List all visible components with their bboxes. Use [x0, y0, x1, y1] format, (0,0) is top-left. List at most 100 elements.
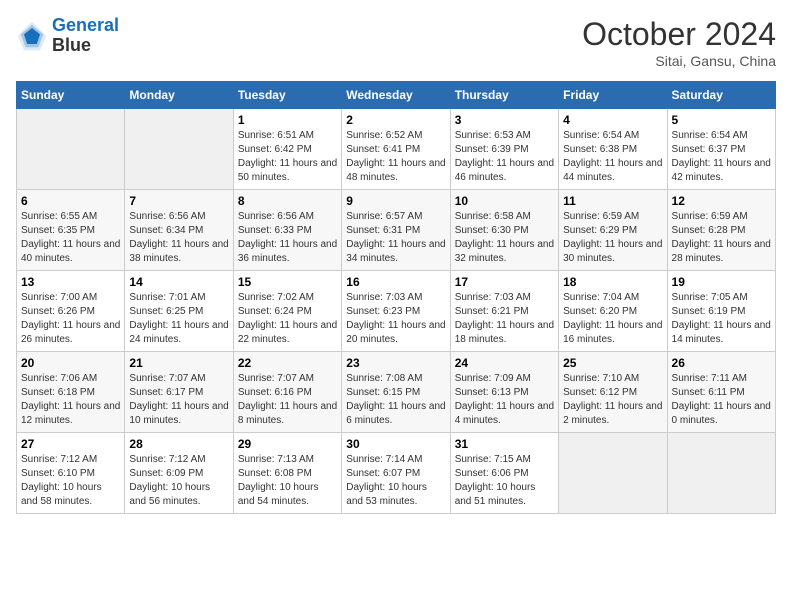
calendar-week-row: 1 Sunrise: 6:51 AMSunset: 6:42 PMDaylight… — [17, 109, 776, 190]
calendar-cell: 8 Sunrise: 6:56 AMSunset: 6:33 PMDaylight… — [233, 190, 341, 271]
calendar-cell: 26 Sunrise: 7:11 AMSunset: 6:11 PMDayligh… — [667, 352, 775, 433]
calendar-cell: 2Sunrise: 6:52 AMSunset: 6:41 PMDaylight… — [342, 109, 450, 190]
day-info: Sunrise: 6:59 AMSunset: 6:29 PMDaylight:… — [563, 210, 662, 266]
day-info: Sunrise: 7:07 AMSunset: 6:17 PMDaylight:… — [129, 372, 228, 428]
calendar-cell: 27 Sunrise: 7:12 AMSunset: 6:10 PMDayligh… — [17, 433, 125, 514]
month-title: October 2024 — [582, 16, 776, 53]
day-number: 11 — [563, 194, 662, 208]
day-number: 8 — [238, 194, 337, 208]
day-info: Sunrise: 7:03 AMSunset: 6:21 PMDaylight:… — [455, 291, 554, 347]
calendar-cell: 29Sunrise: 7:13 AMSunset: 6:08 PMDayligh… — [233, 433, 341, 514]
calendar-cell: 24 Sunrise: 7:09 AMSunset: 6:13 PMDayligh… — [450, 352, 558, 433]
day-number: 5 — [672, 113, 771, 127]
calendar-cell: 11 Sunrise: 6:59 AMSunset: 6:29 PMDayligh… — [559, 190, 667, 271]
calendar-cell — [667, 433, 775, 514]
calendar-cell: 30 Sunrise: 7:14 AMSunset: 6:07 PMDayligh… — [342, 433, 450, 514]
day-info: Sunrise: 7:12 AMSunset: 6:10 PMDaylight:… — [21, 453, 120, 509]
day-number: 27 — [21, 437, 120, 451]
day-info: Sunrise: 7:07 AMSunset: 6:16 PMDaylight:… — [238, 372, 337, 428]
day-info: Sunrise: 7:10 AMSunset: 6:12 PMDaylight:… — [563, 372, 662, 428]
day-number: 1 — [238, 113, 337, 127]
day-number: 24 — [455, 356, 554, 370]
day-info: Sunrise: 7:01 AMSunset: 6:25 PMDaylight:… — [129, 291, 228, 347]
day-info: Sunrise: 6:57 AMSunset: 6:31 PMDaylight:… — [346, 210, 445, 266]
calendar-cell: 14 Sunrise: 7:01 AMSunset: 6:25 PMDayligh… — [125, 271, 233, 352]
location-subtitle: Sitai, Gansu, China — [582, 53, 776, 69]
calendar-cell: 22 Sunrise: 7:07 AMSunset: 6:16 PMDayligh… — [233, 352, 341, 433]
calendar-cell: 4 Sunrise: 6:54 AMSunset: 6:38 PMDaylight… — [559, 109, 667, 190]
calendar-cell: 15 Sunrise: 7:02 AMSunset: 6:24 PMDayligh… — [233, 271, 341, 352]
calendar-cell: 16Sunrise: 7:03 AMSunset: 6:23 PMDayligh… — [342, 271, 450, 352]
day-info: Sunrise: 7:00 AMSunset: 6:26 PMDaylight:… — [21, 291, 120, 347]
day-number: 30 — [346, 437, 445, 451]
calendar-cell: 13 Sunrise: 7:00 AMSunset: 6:26 PMDayligh… — [17, 271, 125, 352]
day-number: 14 — [129, 275, 228, 289]
day-info: Sunrise: 6:59 AMSunset: 6:28 PMDaylight:… — [672, 210, 771, 266]
day-info: Sunrise: 7:02 AMSunset: 6:24 PMDaylight:… — [238, 291, 337, 347]
day-info: Sunrise: 7:03 AMSunset: 6:23 PMDaylight:… — [346, 291, 445, 347]
calendar-cell: 23Sunrise: 7:08 AMSunset: 6:15 PMDayligh… — [342, 352, 450, 433]
day-info: Sunrise: 6:55 AMSunset: 6:35 PMDaylight:… — [21, 210, 120, 266]
day-info: Sunrise: 7:04 AMSunset: 6:20 PMDaylight:… — [563, 291, 662, 347]
day-number: 19 — [672, 275, 771, 289]
day-number: 3 — [455, 113, 554, 127]
day-info: Sunrise: 6:58 AMSunset: 6:30 PMDaylight:… — [455, 210, 554, 266]
day-number: 9 — [346, 194, 445, 208]
day-info: Sunrise: 7:11 AMSunset: 6:11 PMDaylight:… — [672, 372, 771, 428]
calendar-cell: 21 Sunrise: 7:07 AMSunset: 6:17 PMDayligh… — [125, 352, 233, 433]
logo: General Blue — [16, 16, 119, 56]
calendar-cell: 12Sunrise: 6:59 AMSunset: 6:28 PMDayligh… — [667, 190, 775, 271]
day-info: Sunrise: 7:15 AMSunset: 6:06 PMDaylight:… — [455, 453, 554, 509]
day-info: Sunrise: 6:54 AMSunset: 6:38 PMDaylight:… — [563, 129, 662, 185]
calendar-cell — [17, 109, 125, 190]
calendar-cell: 9 Sunrise: 6:57 AMSunset: 6:31 PMDaylight… — [342, 190, 450, 271]
day-number: 26 — [672, 356, 771, 370]
logo-icon — [16, 20, 48, 52]
weekday-header: Thursday — [450, 82, 558, 109]
logo-text: General Blue — [52, 16, 119, 56]
day-number: 17 — [455, 275, 554, 289]
calendar-body: 1 Sunrise: 6:51 AMSunset: 6:42 PMDaylight… — [17, 109, 776, 514]
calendar-week-row: 27 Sunrise: 7:12 AMSunset: 6:10 PMDayligh… — [17, 433, 776, 514]
weekday-header-row: SundayMondayTuesdayWednesdayThursdayFrid… — [17, 82, 776, 109]
calendar-cell: 1 Sunrise: 6:51 AMSunset: 6:42 PMDaylight… — [233, 109, 341, 190]
calendar-cell: 6Sunrise: 6:55 AMSunset: 6:35 PMDaylight… — [17, 190, 125, 271]
calendar-cell: 10Sunrise: 6:58 AMSunset: 6:30 PMDayligh… — [450, 190, 558, 271]
day-number: 13 — [21, 275, 120, 289]
day-number: 7 — [129, 194, 228, 208]
weekday-header: Wednesday — [342, 82, 450, 109]
day-number: 22 — [238, 356, 337, 370]
day-number: 21 — [129, 356, 228, 370]
calendar-cell: 7Sunrise: 6:56 AMSunset: 6:34 PMDaylight… — [125, 190, 233, 271]
day-number: 29 — [238, 437, 337, 451]
day-info: Sunrise: 6:56 AMSunset: 6:33 PMDaylight:… — [238, 210, 337, 266]
calendar-week-row: 6Sunrise: 6:55 AMSunset: 6:35 PMDaylight… — [17, 190, 776, 271]
day-info: Sunrise: 6:52 AMSunset: 6:41 PMDaylight:… — [346, 129, 445, 185]
day-info: Sunrise: 7:08 AMSunset: 6:15 PMDaylight:… — [346, 372, 445, 428]
logo-line2: Blue — [52, 36, 119, 56]
day-info: Sunrise: 7:09 AMSunset: 6:13 PMDaylight:… — [455, 372, 554, 428]
calendar-cell: 25Sunrise: 7:10 AMSunset: 6:12 PMDayligh… — [559, 352, 667, 433]
calendar-cell: 31Sunrise: 7:15 AMSunset: 6:06 PMDayligh… — [450, 433, 558, 514]
weekday-header: Saturday — [667, 82, 775, 109]
calendar-week-row: 20Sunrise: 7:06 AMSunset: 6:18 PMDayligh… — [17, 352, 776, 433]
calendar-cell: 20Sunrise: 7:06 AMSunset: 6:18 PMDayligh… — [17, 352, 125, 433]
day-number: 28 — [129, 437, 228, 451]
day-number: 20 — [21, 356, 120, 370]
calendar-cell: 17 Sunrise: 7:03 AMSunset: 6:21 PMDayligh… — [450, 271, 558, 352]
day-number: 15 — [238, 275, 337, 289]
calendar-cell — [125, 109, 233, 190]
day-number: 4 — [563, 113, 662, 127]
day-info: Sunrise: 7:14 AMSunset: 6:07 PMDaylight:… — [346, 453, 445, 509]
day-info: Sunrise: 6:54 AMSunset: 6:37 PMDaylight:… — [672, 129, 771, 185]
weekday-header: Friday — [559, 82, 667, 109]
calendar-cell: 19Sunrise: 7:05 AMSunset: 6:19 PMDayligh… — [667, 271, 775, 352]
calendar-cell: 18Sunrise: 7:04 AMSunset: 6:20 PMDayligh… — [559, 271, 667, 352]
day-info: Sunrise: 7:12 AMSunset: 6:09 PMDaylight:… — [129, 453, 228, 509]
calendar-cell: 3Sunrise: 6:53 AMSunset: 6:39 PMDaylight… — [450, 109, 558, 190]
weekday-header: Sunday — [17, 82, 125, 109]
logo-line1: General — [52, 15, 119, 35]
weekday-header: Monday — [125, 82, 233, 109]
calendar-cell — [559, 433, 667, 514]
day-info: Sunrise: 6:51 AMSunset: 6:42 PMDaylight:… — [238, 129, 337, 185]
